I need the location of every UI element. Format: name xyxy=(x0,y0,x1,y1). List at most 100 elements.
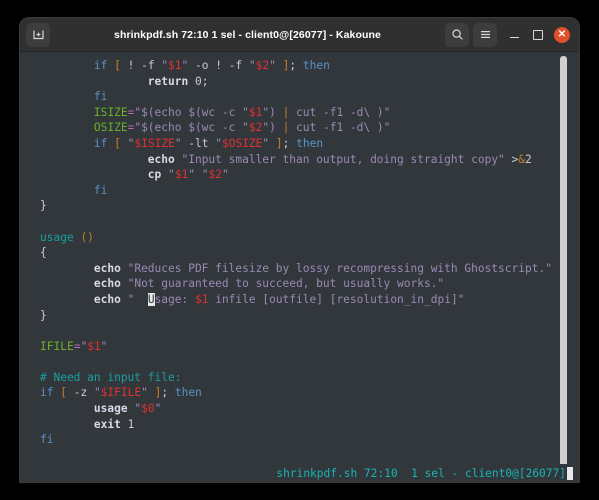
code-buffer[interactable]: if [ ! -f "$1" -o ! -f "$2" ]; then retu… xyxy=(20,52,579,482)
code-token: "Not guaranteed to succeed, but usually … xyxy=(127,277,445,291)
code-token: ] xyxy=(275,136,283,150)
code-token: $1 xyxy=(174,168,189,182)
code-token: fi xyxy=(40,433,54,447)
code-line[interactable]: IFILE="$1" xyxy=(40,339,579,355)
editor-area[interactable]: if [ ! -f "$1" -o ! -f "$2" ]; then retu… xyxy=(20,52,579,482)
maximize-icon xyxy=(533,29,543,40)
code-line[interactable]: ISIZE="$(echo $(wc -c "$1") | cut -f1 -d… xyxy=(40,105,579,121)
code-token: ; xyxy=(289,59,303,72)
code-token: $1 xyxy=(194,292,209,306)
code-line[interactable]: cp "$1" "$2" xyxy=(40,167,579,183)
new-tab-icon[interactable] xyxy=(26,22,50,47)
code-token: { xyxy=(40,246,47,260)
code-token: $1 xyxy=(87,339,101,353)
code-line[interactable]: } xyxy=(40,198,579,214)
code-line[interactable]: # Need an input file: xyxy=(40,370,579,386)
code-line[interactable]: if [ -z "$IFILE" ]; then xyxy=(40,385,579,401)
code-token: echo xyxy=(147,152,175,166)
code-token: > xyxy=(504,152,519,166)
code-line[interactable]: OSIZE="$(echo $(wc -c "$2") | cut -f1 -d… xyxy=(40,120,579,136)
code-token: } xyxy=(40,199,47,213)
code-token: $2 xyxy=(255,59,270,72)
code-line[interactable] xyxy=(40,354,579,370)
code-token: echo xyxy=(93,292,121,306)
close-icon: ✕ xyxy=(554,26,570,43)
code-token: [ xyxy=(114,59,121,72)
code-token: sage: xyxy=(154,292,195,306)
code-token: ") xyxy=(262,105,276,119)
maximize-button[interactable] xyxy=(527,24,549,46)
code-token: " xyxy=(269,59,276,72)
search-glyph xyxy=(451,29,463,40)
code-token: [ xyxy=(60,386,67,400)
code-token: # Need an input file: xyxy=(40,370,182,384)
hamburger-menu-icon[interactable] xyxy=(473,22,497,47)
code-token: " xyxy=(215,136,222,150)
code-token: 2 xyxy=(525,152,532,166)
code-token: " xyxy=(141,386,148,400)
vertical-scrollbar-thumb[interactable] xyxy=(560,56,567,474)
close-button[interactable]: ✕ xyxy=(551,24,573,46)
code-token: " xyxy=(100,339,108,353)
code-line[interactable]: { xyxy=(40,245,579,261)
code-token: echo xyxy=(93,277,121,291)
code-token: if xyxy=(40,386,54,400)
code-token: $ISIZE xyxy=(134,136,175,150)
code-token: exit xyxy=(93,417,121,431)
code-token: $0 xyxy=(141,402,155,416)
code-token: ISIZE xyxy=(93,105,128,119)
search-icon[interactable] xyxy=(445,22,469,47)
code-line[interactable] xyxy=(40,323,579,339)
minimize-button[interactable] xyxy=(503,24,525,46)
code-token: if xyxy=(93,136,108,150)
code-token: then xyxy=(174,386,202,400)
code-token: "$(echo $(wc xyxy=(134,105,222,119)
minimize-icon xyxy=(509,36,519,39)
code-token: 0 xyxy=(194,74,202,88)
vertical-scrollbar-track[interactable] xyxy=(560,52,573,482)
code-token: " xyxy=(235,121,249,135)
code-token: " xyxy=(235,105,249,119)
code-line[interactable]: echo " Usage: $1 infile [outfile] [resol… xyxy=(40,292,579,308)
code-line[interactable]: echo "Not guaranteed to succeed, but usu… xyxy=(40,276,579,292)
code-line[interactable]: usage "$0" xyxy=(40,401,579,417)
code-token: cp xyxy=(147,168,162,182)
code-line[interactable]: } xyxy=(40,308,579,324)
code-line[interactable]: echo "Input smaller than output, doing s… xyxy=(40,152,579,168)
code-token: " xyxy=(127,292,148,306)
code-token: " xyxy=(168,168,175,182)
code-line[interactable]: exit 1 xyxy=(40,417,579,433)
code-line[interactable]: fi xyxy=(40,432,579,448)
code-line[interactable] xyxy=(40,214,579,230)
code-line[interactable]: fi xyxy=(40,89,579,105)
code-token: " xyxy=(174,136,182,150)
code-line[interactable]: usage () xyxy=(40,230,579,246)
code-line[interactable]: echo "Reduces PDF filesize by lossy reco… xyxy=(40,261,579,277)
code-token: fi xyxy=(93,183,108,197)
code-line[interactable] xyxy=(40,448,579,464)
code-line[interactable]: fi xyxy=(40,183,579,199)
code-token: -c xyxy=(221,121,236,135)
code-line[interactable]: if [ "$ISIZE" -lt "$OSIZE" ]; then xyxy=(40,136,579,152)
code-line[interactable]: if [ ! -f "$1" -o ! -f "$2" ]; then xyxy=(40,58,579,74)
code-token: " xyxy=(154,402,162,416)
code-token: " xyxy=(188,168,195,182)
code-line[interactable]: return 0; xyxy=(40,74,579,90)
status-bar: shrinkpdf.sh 72:10 1 sel - client0@[2607… xyxy=(20,464,579,482)
kakoune-window: shrinkpdf.sh 72:10 1 sel - client0@[2607… xyxy=(20,18,579,482)
